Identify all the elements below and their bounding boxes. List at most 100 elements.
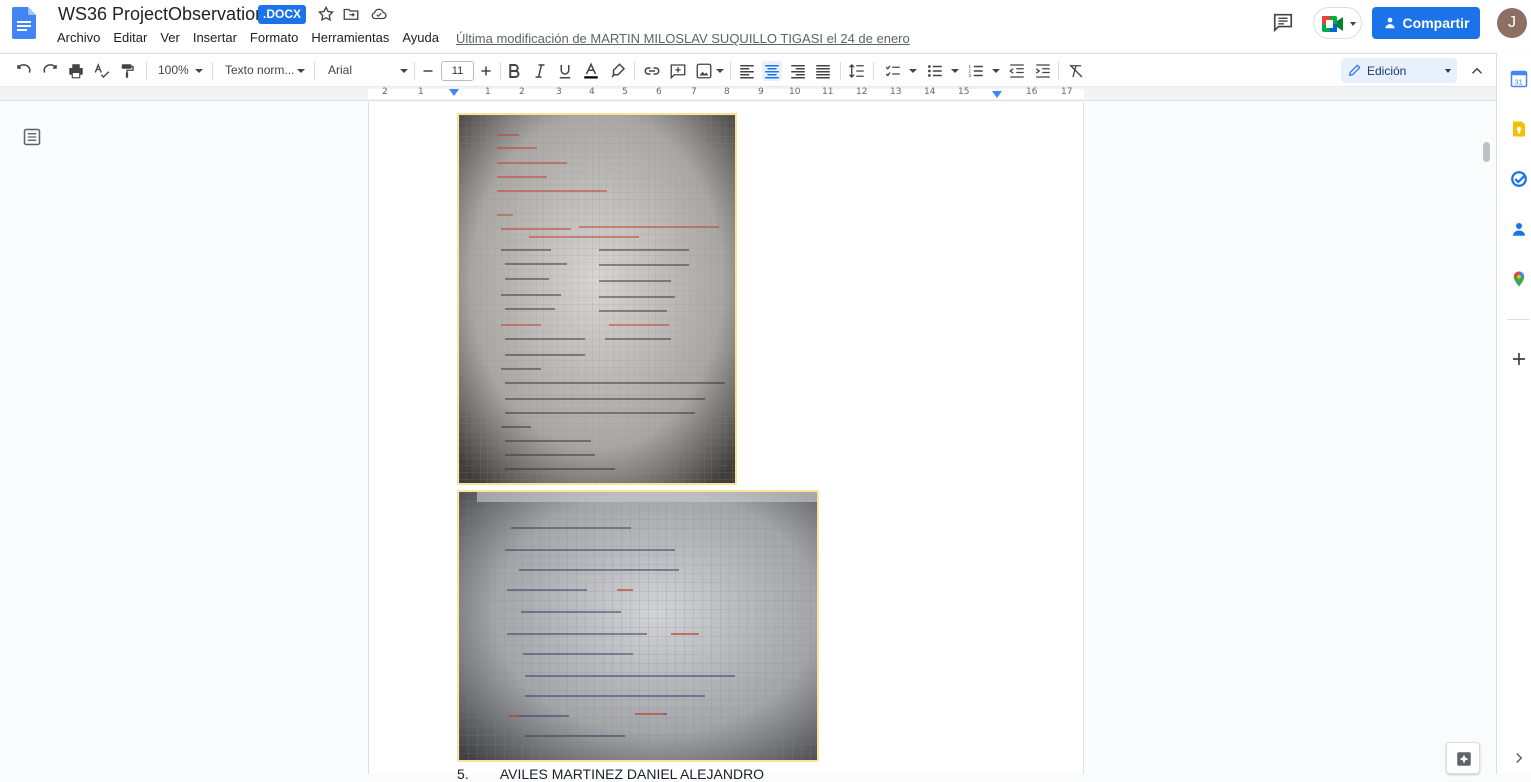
vertical-scrollbar-thumb[interactable] bbox=[1483, 142, 1490, 162]
line-spacing-icon[interactable] bbox=[847, 61, 867, 81]
menu-archivo[interactable]: Archivo bbox=[57, 30, 100, 45]
contacts-icon[interactable] bbox=[1510, 220, 1528, 238]
menu-bar: Archivo Editar Ver Insertar Formato Herr… bbox=[57, 30, 452, 45]
document-title[interactable]: WS36 ProjectObservation bbox=[58, 4, 265, 25]
menu-herramientas[interactable]: Herramientas bbox=[311, 30, 389, 45]
meet-button[interactable] bbox=[1313, 7, 1362, 39]
spellcheck-icon[interactable] bbox=[92, 61, 112, 81]
ruler-label: 11 bbox=[822, 87, 834, 97]
insert-image-icon[interactable] bbox=[694, 61, 714, 81]
align-center-icon[interactable] bbox=[762, 61, 782, 81]
ruler-label: 16 bbox=[1026, 87, 1038, 97]
ruler-label: 7 bbox=[691, 87, 697, 97]
paint-format-icon[interactable] bbox=[117, 61, 137, 81]
file-format-badge: .DOCX bbox=[258, 5, 307, 24]
cloud-status-icon[interactable] bbox=[370, 5, 388, 23]
print-icon[interactable] bbox=[66, 61, 86, 81]
bold-icon[interactable] bbox=[504, 61, 524, 81]
toolbar-divider bbox=[414, 62, 415, 80]
add-addon-icon[interactable] bbox=[1510, 350, 1528, 368]
ruler-label: 1 bbox=[485, 87, 491, 97]
underline-icon[interactable] bbox=[555, 61, 575, 81]
chevron-down-icon bbox=[716, 69, 724, 73]
toolbar-divider bbox=[840, 62, 841, 80]
text-color-icon[interactable] bbox=[581, 61, 601, 81]
notebook-page-image bbox=[459, 492, 817, 760]
ruler-label: 14 bbox=[924, 87, 936, 97]
align-justify-icon[interactable] bbox=[813, 61, 833, 81]
handwritten-notes-photo-2[interactable] bbox=[457, 490, 819, 762]
google-docs-icon[interactable] bbox=[12, 7, 36, 39]
italic-icon[interactable] bbox=[530, 61, 550, 81]
first-line-indent-marker[interactable] bbox=[449, 89, 459, 96]
decrease-indent-icon[interactable] bbox=[1007, 61, 1027, 81]
clear-formatting-icon[interactable] bbox=[1066, 61, 1086, 81]
folder-move-icon[interactable] bbox=[342, 5, 360, 23]
toolbar-divider bbox=[212, 62, 213, 80]
menu-editar[interactable]: Editar bbox=[113, 30, 147, 45]
svg-text:3: 3 bbox=[969, 73, 972, 78]
ruler-label: 9 bbox=[758, 87, 764, 97]
add-comment-icon[interactable] bbox=[668, 61, 688, 81]
zoom-select[interactable]: 100% bbox=[158, 63, 189, 77]
toolbar-divider bbox=[314, 62, 315, 80]
menu-ayuda[interactable]: Ayuda bbox=[402, 30, 439, 45]
list-item-text: AVILES MARTINEZ DANIEL ALEJANDRO bbox=[499, 766, 765, 782]
font-family-select[interactable]: Arial bbox=[328, 63, 352, 77]
horizontal-ruler[interactable]: 2 1 1 2 3 4 5 6 7 8 9 10 11 12 13 14 15 … bbox=[0, 87, 1496, 101]
align-left-icon[interactable] bbox=[737, 61, 757, 81]
share-button[interactable]: Compartir bbox=[1372, 7, 1480, 39]
lock-person-icon bbox=[1384, 17, 1395, 29]
redo-icon[interactable] bbox=[40, 61, 60, 81]
font-size-input[interactable]: 11 bbox=[441, 61, 474, 81]
toolbar-divider bbox=[500, 62, 501, 80]
highlight-color-icon[interactable] bbox=[608, 61, 628, 81]
last-modified-link[interactable]: Última modificación de MARTIN MILOSLAV S… bbox=[456, 31, 910, 46]
star-icon[interactable] bbox=[317, 5, 335, 23]
menu-formato[interactable]: Formato bbox=[250, 30, 298, 45]
chevron-down-icon bbox=[909, 69, 917, 73]
link-icon[interactable] bbox=[642, 61, 662, 81]
chevron-down-icon bbox=[1445, 69, 1451, 73]
collapse-menus-icon[interactable] bbox=[1467, 61, 1487, 81]
increase-indent-icon[interactable] bbox=[1033, 61, 1053, 81]
tasks-icon[interactable] bbox=[1510, 170, 1528, 188]
ruler-label: 13 bbox=[890, 87, 902, 97]
chevron-down-icon bbox=[992, 69, 1000, 73]
numbered-list-icon[interactable]: 123 bbox=[966, 61, 986, 81]
chevron-right-icon[interactable] bbox=[1510, 749, 1528, 767]
menu-ver[interactable]: Ver bbox=[160, 30, 180, 45]
document-page[interactable]: 5. AVILES MARTINEZ DANIEL ALEJANDRO bbox=[368, 102, 1084, 782]
ruler-label: 12 bbox=[856, 87, 868, 97]
handwritten-notes-photo-1[interactable] bbox=[457, 113, 737, 485]
toolbar-divider bbox=[146, 62, 147, 80]
comments-icon[interactable] bbox=[1272, 11, 1294, 33]
ruler-label: 3 bbox=[556, 87, 562, 97]
menu-insertar[interactable]: Insertar bbox=[193, 30, 237, 45]
chevron-down-icon bbox=[297, 69, 305, 73]
keep-icon[interactable] bbox=[1510, 120, 1528, 138]
avatar[interactable]: J bbox=[1497, 8, 1527, 38]
ruler-label: 1 bbox=[418, 87, 424, 97]
outline-icon[interactable] bbox=[22, 127, 42, 147]
bulleted-list-icon[interactable] bbox=[925, 61, 945, 81]
editing-mode-select[interactable]: Edición bbox=[1341, 58, 1457, 83]
google-meet-icon bbox=[1322, 16, 1343, 32]
notebook-page-image bbox=[459, 115, 735, 483]
list-item-number: 5. bbox=[457, 766, 469, 782]
calendar-icon[interactable]: 31 bbox=[1510, 70, 1528, 88]
maps-icon[interactable] bbox=[1510, 270, 1528, 288]
list-item[interactable]: 5. AVILES MARTINEZ DANIEL ALEJANDRO bbox=[457, 766, 764, 782]
checklist-icon[interactable] bbox=[883, 61, 903, 81]
ruler-label: 5 bbox=[622, 87, 628, 97]
share-label: Compartir bbox=[1402, 15, 1470, 31]
align-right-icon[interactable] bbox=[788, 61, 808, 81]
increase-font-size-icon[interactable] bbox=[476, 61, 496, 81]
undo-icon[interactable] bbox=[14, 61, 34, 81]
decrease-font-size-icon[interactable] bbox=[418, 61, 438, 81]
chevron-down-icon bbox=[195, 69, 203, 73]
ruler-label: 17 bbox=[1061, 87, 1073, 97]
right-indent-marker[interactable] bbox=[992, 91, 1002, 98]
explore-button[interactable] bbox=[1446, 742, 1480, 774]
paragraph-style-select[interactable]: Texto norm... bbox=[225, 63, 294, 77]
